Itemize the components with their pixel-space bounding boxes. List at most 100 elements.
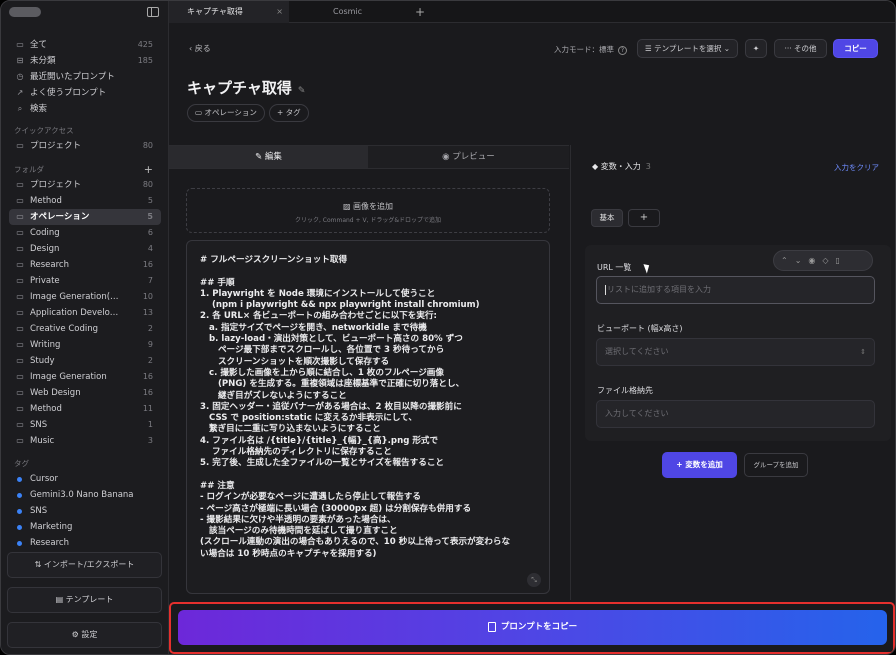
sidebar-item-all[interactable]: ▭ 全て 425 — [1, 37, 169, 53]
chevron-up-icon[interactable]: ⌃ — [781, 256, 795, 265]
tag-dot-icon — [17, 541, 22, 546]
add-variable-button[interactable]: + 変数を追加 — [662, 452, 737, 478]
add-group-tab[interactable]: + — [628, 209, 660, 227]
folders-list: フォルダ + ▭ プロジェクト 80 ▭ Method 5 ▭ オペレーション 5 ▭ Coding 6… — [1, 163, 169, 449]
sidebar-folder-item[interactable]: ▭ Research 16 — [1, 257, 169, 273]
sidebar-folder-item[interactable]: ▭ Study 2 — [1, 353, 169, 369]
chevron-down-icon[interactable]: ⌄ — [795, 256, 809, 265]
tab-cosmic[interactable]: Cosmic — [289, 1, 409, 23]
settings-button[interactable]: ⚙ 設定 — [7, 622, 162, 648]
prompt-editor[interactable]: # フルページスクリーンショット取得 ## 手順 1. Playwright を… — [186, 240, 550, 594]
sidebar-item-search[interactable]: ⌕ 検索 — [1, 101, 169, 117]
folder-icon: ▭ — [16, 196, 24, 205]
url-list-input[interactable]: リストに追加する項目を入力 — [596, 276, 875, 304]
collapse-icon[interactable]: ⤡ — [527, 573, 541, 587]
viewport-select[interactable]: 選択してください ⇕ — [596, 338, 875, 366]
sidebar-item-count: 16 — [142, 260, 153, 269]
image-dropzone[interactable]: ▨ 画像を追加 クリック, Command + V, ドラッグ&ドロップで追加 — [186, 188, 550, 233]
eye-icon[interactable]: ◉ — [808, 256, 822, 265]
sidebar-item-label: Research — [30, 260, 69, 270]
url-list-label: URL 一覧 — [597, 263, 632, 272]
sidebar-item-count: 2 — [147, 356, 153, 365]
folder-icon: ▭ — [16, 372, 24, 381]
pencil-icon[interactable]: ✎ — [298, 86, 306, 96]
sidebar-folder-item[interactable]: ▭ Design 4 — [1, 241, 169, 257]
variables-panel: ◆ 変数・入力 3 入力をクリア 基本 + ⌃⌄◉◇▯ URL 一覧 リストに追加… — [570, 145, 895, 600]
window-controls[interactable] — [9, 7, 41, 17]
folder-icon: ▭ — [16, 141, 24, 150]
sidebar-folder-item[interactable]: ▭ Method 11 — [1, 401, 169, 417]
quick-item-project[interactable]: ▭ プロジェクト 80 — [1, 138, 169, 154]
sidebar-folder-item[interactable]: ▭ Application Develo… 13 — [1, 305, 169, 321]
add-tag-chip[interactable]: + タグ — [269, 104, 309, 122]
sidebar-item-count: 16 — [142, 372, 153, 381]
copy-button[interactable]: コピー — [833, 39, 878, 58]
import-export-button[interactable]: ⇅ インポート/エクスポート — [7, 552, 162, 578]
sidebar-item-frequent[interactable]: ↗ よく使うプロンプト — [1, 85, 169, 101]
tab-basic[interactable]: 基本 — [591, 209, 623, 227]
field-toolbar: ⌃⌄◉◇▯ — [773, 250, 873, 271]
close-icon[interactable]: × — [276, 1, 283, 23]
sidebar-item-recent[interactable]: ◷ 最近開いたプロンプト — [1, 69, 169, 85]
new-tab-icon[interactable]: + — [415, 1, 425, 23]
sidebar-item-uncategorized[interactable]: ⊟ 未分類 185 — [1, 53, 169, 69]
tab-capture[interactable]: キャプチャ取得 × — [169, 1, 289, 23]
settings-label: 設定 — [81, 630, 98, 639]
template-icon: ▤ — [55, 595, 66, 604]
sidebar-toggle-icon[interactable] — [147, 7, 159, 17]
template-select[interactable]: ☰ テンプレートを選択 ⌄ — [637, 39, 738, 58]
sidebar-folder-item[interactable]: ▭ SNS 1 — [1, 417, 169, 433]
viewport-label: ビューポート (幅x高さ) — [597, 324, 683, 333]
sidebar-folder-item[interactable]: ▭ Image Generation(… 10 — [1, 289, 169, 305]
sidebar-tag-item[interactable]: Gemini3.0 Nano Banana — [1, 487, 169, 503]
input-mode: 入力モード：標準? — [554, 44, 627, 55]
sidebar-item-label: Marketing — [30, 522, 73, 532]
file-destination-input[interactable]: 入力してください — [596, 400, 875, 428]
sidebar-folder-item[interactable]: ▭ Web Design 16 — [1, 385, 169, 401]
add-group-button[interactable]: グループを追加 — [744, 453, 808, 477]
sidebar-item-count: 9 — [147, 340, 153, 349]
chevron-down-icon: ⌄ — [721, 44, 731, 53]
sidebar-folder-item[interactable]: ▭ Music 3 — [1, 433, 169, 449]
sidebar-tag-item[interactable]: SNS — [1, 503, 169, 519]
folder-icon: ▭ — [16, 340, 24, 349]
sidebar-folder-item[interactable]: ▭ Writing 9 — [1, 337, 169, 353]
page-title[interactable]: キャプチャ取得 ✎ — [187, 77, 305, 98]
diamond-icon: ◆ — [592, 162, 601, 171]
clear-inputs-link[interactable]: 入力をクリア — [834, 162, 879, 173]
tags-list: タグ Cursor Gemini3.0 Nano Banana SNS Marketi… — [1, 457, 169, 551]
templates-button[interactable]: ▤ テンプレート — [7, 587, 162, 613]
sidebar-item-count: 1 — [147, 420, 153, 429]
prompt-editor-text[interactable]: # フルページスクリーンショット取得 ## 手順 1. Playwright を… — [200, 255, 541, 560]
ai-sparkle-button[interactable]: ✦ — [745, 39, 767, 58]
copy-prompt-button[interactable]: プロンプトをコピー — [178, 610, 887, 645]
more-button[interactable]: ··· その他 — [774, 39, 827, 58]
sidebar: ▭ 全て 425 ⊟ 未分類 185 ◷ 最近開いたプロンプト ↗ よく使うプロンプト ⌕ 検… — [1, 1, 169, 654]
add-folder-icon[interactable]: + — [144, 163, 153, 177]
sidebar-item-label: プロジェクト — [30, 141, 82, 151]
text-caret — [605, 284, 606, 295]
sidebar-folder-item[interactable]: ▭ プロジェクト 80 — [1, 177, 169, 193]
sidebar-folder-item[interactable]: ▭ Image Generation 16 — [1, 369, 169, 385]
tab-edit[interactable]: ✎ 編集 — [169, 146, 368, 168]
sparkle-icon: ✦ — [752, 44, 760, 53]
sidebar-tag-item[interactable]: Cursor — [1, 471, 169, 487]
sidebar-folder-item[interactable]: ▭ Coding 6 — [1, 225, 169, 241]
back-link[interactable]: ‹ 戻る — [189, 43, 211, 54]
tab-preview[interactable]: ◉ プレビュー — [368, 146, 569, 168]
sidebar-tag-item[interactable]: Marketing — [1, 519, 169, 535]
folder-icon: ▭ — [16, 388, 24, 397]
help-icon[interactable]: ? — [618, 46, 627, 55]
sidebar-folder-item[interactable]: ▭ Private 7 — [1, 273, 169, 289]
tag-icon[interactable]: ◇ — [822, 256, 835, 265]
trash-icon[interactable]: ▯ — [836, 256, 847, 265]
sidebar-item-label: Music — [30, 436, 55, 446]
gear-icon: ⚙ — [71, 630, 82, 639]
sidebar-folder-item[interactable]: ▭ オペレーション 5 — [9, 209, 161, 225]
category-chip[interactable]: ▭ オペレーション — [187, 104, 265, 122]
sidebar-item-count: 3 — [147, 436, 153, 445]
sidebar-folder-item[interactable]: ▭ Creative Coding 2 — [1, 321, 169, 337]
sidebar-item-label: よく使うプロンプト — [30, 88, 107, 98]
sidebar-tag-item[interactable]: Research — [1, 535, 169, 551]
sidebar-folder-item[interactable]: ▭ Method 5 — [1, 193, 169, 209]
